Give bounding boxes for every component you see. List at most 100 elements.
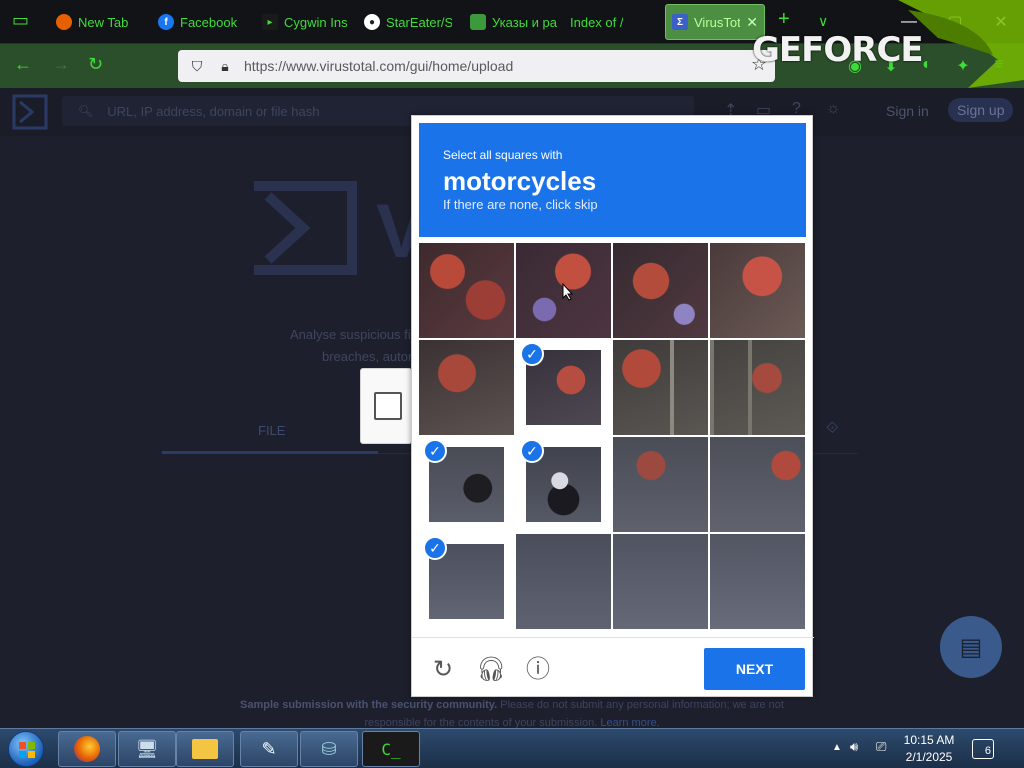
firefox-icon bbox=[74, 736, 100, 762]
navigation-toolbar: ← → ↻ ⛉ 🔒︎ https://www.virustotal.com/gu… bbox=[0, 44, 1024, 88]
recaptcha-checkbox[interactable] bbox=[374, 392, 402, 420]
menu-icon[interactable]: ≡ bbox=[990, 56, 1008, 74]
tab-file[interactable]: FILE bbox=[258, 423, 285, 438]
drive-icon: ⛁ bbox=[321, 738, 337, 759]
forward-button[interactable]: → bbox=[52, 54, 70, 75]
extensions-puzzle-icon[interactable]: ✦ bbox=[954, 56, 972, 75]
reload-challenge-icon[interactable]: ↻ bbox=[429, 656, 457, 684]
captcha-tile-r1c3[interactable] bbox=[710, 340, 805, 435]
captcha-tile-image bbox=[613, 437, 708, 532]
captcha-tile-image bbox=[613, 534, 708, 629]
virustotal-large-logo-icon bbox=[254, 181, 357, 275]
reload-button[interactable]: ↻ bbox=[88, 54, 103, 75]
selected-check-icon: ✓ bbox=[423, 536, 447, 560]
extension-download-icon[interactable]: ⬇ bbox=[882, 56, 900, 75]
tab-ukazy[interactable]: Указы и ра bbox=[464, 4, 564, 40]
captcha-tile-r2c1[interactable]: ✓ bbox=[516, 437, 611, 532]
tracking-shield-icon[interactable]: ⛉ bbox=[188, 58, 206, 75]
captcha-tile-r2c0[interactable]: ✓ bbox=[419, 437, 514, 532]
audio-challenge-icon[interactable]: 🎧︎ bbox=[476, 656, 506, 684]
tab-manager-icon[interactable]: ▭ bbox=[12, 10, 29, 31]
selected-check-icon: ✓ bbox=[423, 439, 447, 463]
chat-support-button[interactable]: ▤ bbox=[940, 616, 1002, 678]
tab-github[interactable]: ● StarEater/S bbox=[358, 4, 458, 40]
close-window-button[interactable]: ✕ bbox=[978, 0, 1024, 44]
selected-check-icon: ✓ bbox=[520, 439, 544, 463]
search-tab-icon[interactable]: ⟐ bbox=[826, 420, 839, 438]
selected-check-icon: ✓ bbox=[520, 342, 544, 366]
computer-icon: 🖥︎ bbox=[135, 738, 159, 759]
taskbar-drive[interactable]: ⛁ bbox=[300, 731, 358, 767]
captcha-tile-image bbox=[613, 340, 708, 435]
volume-icon[interactable]: 🔊︎ bbox=[850, 739, 858, 755]
learn-more-link[interactable]: Learn more. bbox=[600, 717, 659, 728]
next-button[interactable]: NEXT bbox=[704, 648, 805, 690]
captcha-tile-image bbox=[710, 243, 805, 338]
chevron-down-icon[interactable]: ∨ bbox=[818, 13, 828, 30]
browser-tab-strip: ▭ New Tab f Facebook ▸ Cygwin Ins ● Star… bbox=[0, 0, 1024, 44]
system-clock[interactable]: 10:15 AM 2/1/2025 bbox=[900, 732, 958, 766]
captcha-tile-image bbox=[419, 340, 514, 435]
captcha-tile-r3c3[interactable] bbox=[710, 534, 805, 629]
tab-virustotal[interactable]: Σ VirusTot ✕ bbox=[665, 4, 765, 40]
maximize-button[interactable]: ▢ bbox=[932, 0, 978, 44]
windows-logo-icon bbox=[19, 742, 35, 758]
captcha-tile-r1c2[interactable] bbox=[613, 340, 708, 435]
lock-icon[interactable]: 🔒︎ bbox=[216, 58, 234, 75]
captcha-tile-image bbox=[613, 243, 708, 338]
captcha-tile-r0c3[interactable] bbox=[710, 243, 805, 338]
info-icon[interactable]: ⓘ bbox=[524, 656, 552, 684]
captcha-tile-r1c0[interactable] bbox=[419, 340, 514, 435]
tab-new-tab[interactable]: New Tab bbox=[50, 4, 150, 40]
github-icon: ● bbox=[364, 14, 380, 30]
captcha-tile-r3c1[interactable] bbox=[516, 534, 611, 629]
bookmark-star-icon[interactable]: ☆ bbox=[751, 54, 767, 75]
active-tab-underline bbox=[162, 451, 378, 454]
captcha-tile-r0c0[interactable] bbox=[419, 243, 514, 338]
action-center-button[interactable]: 6 bbox=[972, 739, 994, 759]
captcha-tile-r3c0[interactable]: ✓ bbox=[419, 534, 514, 629]
windows-taskbar: 🖥︎ ✎ ⛁ C_ ▲ 🔊︎ ⎚ 10:15 AM 2/1/2025 6 bbox=[0, 728, 1024, 768]
url-text[interactable]: https://www.virustotal.com/gui/home/uplo… bbox=[244, 58, 513, 74]
captcha-tile-image bbox=[419, 243, 514, 338]
tab-index-of[interactable]: Index of / bbox=[564, 4, 664, 40]
sign-in-link[interactable]: Sign in bbox=[886, 103, 929, 119]
theme-toggle-icon[interactable]: ☼ bbox=[826, 100, 841, 118]
minimize-button[interactable]: — bbox=[886, 0, 932, 44]
captcha-tile-image bbox=[710, 437, 805, 532]
recaptcha-anchor bbox=[360, 368, 412, 444]
extension-refresh-icon[interactable]: ◉ bbox=[846, 56, 864, 75]
cygwin-icon: ▸ bbox=[262, 14, 278, 30]
show-hidden-icons[interactable]: ▲ bbox=[832, 742, 842, 753]
start-button[interactable] bbox=[8, 731, 44, 767]
cygwin-terminal-icon: C_ bbox=[381, 739, 401, 759]
captcha-tile-r0c2[interactable] bbox=[613, 243, 708, 338]
new-tab-button[interactable]: + bbox=[778, 8, 790, 31]
taskbar-pen-app[interactable]: ✎ bbox=[240, 731, 298, 767]
close-tab-icon[interactable]: ✕ bbox=[746, 14, 758, 31]
virustotal-logo-icon[interactable] bbox=[12, 94, 48, 130]
challenge-instruction: Select all squares with bbox=[443, 148, 563, 162]
captcha-tile-image bbox=[516, 534, 611, 629]
url-bar[interactable]: ⛉ 🔒︎ https://www.virustotal.com/gui/home… bbox=[178, 50, 775, 82]
taskbar-cygwin-terminal[interactable]: C_ bbox=[362, 731, 420, 767]
sign-up-button[interactable]: Sign up bbox=[948, 98, 1014, 122]
tab-cygwin[interactable]: ▸ Cygwin Ins bbox=[256, 4, 356, 40]
back-button[interactable]: ← bbox=[14, 54, 32, 75]
captcha-tile-r1c1[interactable]: ✓ bbox=[516, 340, 611, 435]
shield-emblem-icon bbox=[470, 14, 486, 30]
challenge-subtext: If there are none, click skip bbox=[443, 197, 598, 212]
captcha-tile-r3c2[interactable] bbox=[613, 534, 708, 629]
extension-account-icon[interactable]: ◐ bbox=[918, 56, 936, 74]
challenge-target: motorcycles bbox=[443, 166, 597, 196]
taskbar-explorer[interactable] bbox=[176, 731, 234, 767]
recaptcha-challenge: Select all squares with motorcycles If t… bbox=[411, 115, 814, 698]
captcha-tile-r2c3[interactable] bbox=[710, 437, 805, 532]
tab-facebook[interactable]: f Facebook bbox=[152, 4, 252, 40]
taskbar-firefox[interactable] bbox=[58, 731, 116, 767]
challenge-header: Select all squares with motorcycles If t… bbox=[419, 123, 806, 237]
taskbar-computer[interactable]: 🖥︎ bbox=[118, 731, 176, 767]
network-icon[interactable]: ⎚ bbox=[876, 739, 886, 755]
captcha-tile-r2c2[interactable] bbox=[613, 437, 708, 532]
challenge-footer: ↻ 🎧︎ ⓘ NEXT bbox=[412, 637, 814, 698]
